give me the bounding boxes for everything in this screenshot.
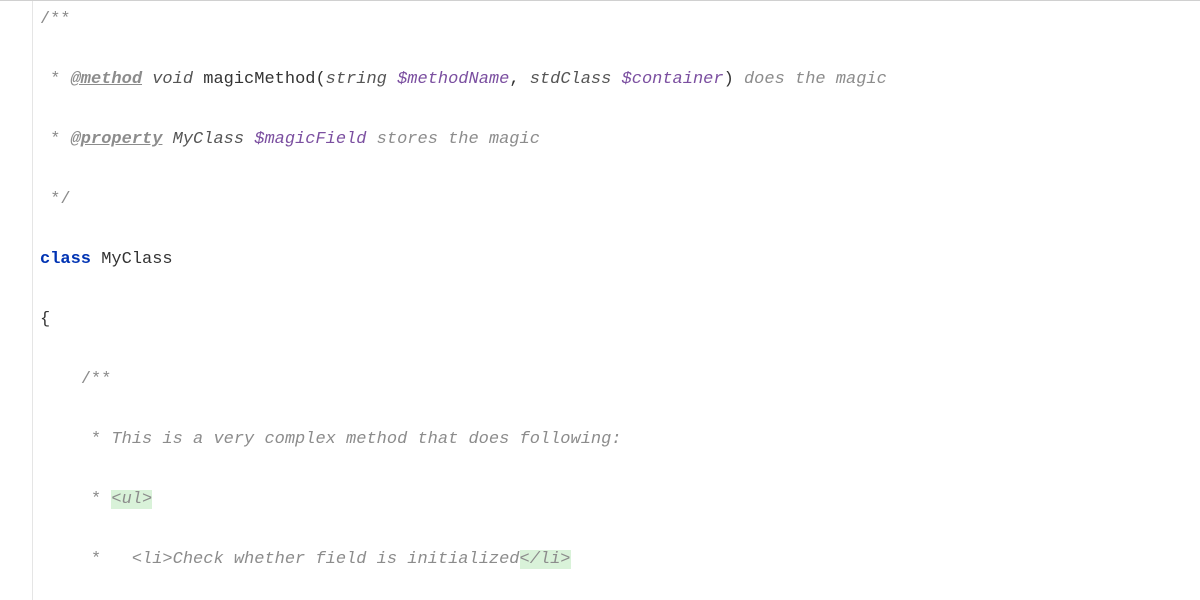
return-type: void <box>152 70 193 89</box>
html-tag-li-open: <li> <box>132 550 173 569</box>
html-tag-li-close: </li> <box>520 550 571 569</box>
property-var: $magicField <box>254 130 366 149</box>
param-type: string <box>326 70 397 89</box>
doc-star: * <box>40 490 111 509</box>
docblock-open: /** <box>40 10 71 29</box>
param-type: stdClass <box>530 70 622 89</box>
doc-star: * <box>40 70 71 89</box>
class-name: MyClass <box>101 250 172 269</box>
doc-summary: This is a very complex method that does … <box>111 430 621 449</box>
html-tag-ul: <ul> <box>111 490 152 509</box>
doc-description: does the magic <box>734 70 887 89</box>
doc-list-item: Check whether field is initialized <box>173 550 520 569</box>
doc-star: * <box>40 550 132 569</box>
doctag-property: @property <box>71 130 163 149</box>
docblock-close: */ <box>40 190 71 209</box>
keyword-class: class <box>40 250 91 269</box>
brace-open: { <box>40 310 50 329</box>
param-var: $methodName <box>397 70 509 89</box>
property-type: MyClass <box>173 130 255 149</box>
param-var: $container <box>622 70 724 89</box>
doc-star: * <box>40 430 111 449</box>
docblock-open: /** <box>81 370 112 389</box>
doc-description: stores the magic <box>366 130 539 149</box>
code-editor[interactable]: /** * @method void magicMethod(string $m… <box>0 0 1200 600</box>
editor-gutter <box>0 1 33 600</box>
code-block: /** * @method void magicMethod(string $m… <box>40 5 1200 600</box>
doctag-method: @method <box>71 70 142 89</box>
method-name: magicMethod <box>193 70 315 89</box>
doc-star: * <box>40 130 71 149</box>
